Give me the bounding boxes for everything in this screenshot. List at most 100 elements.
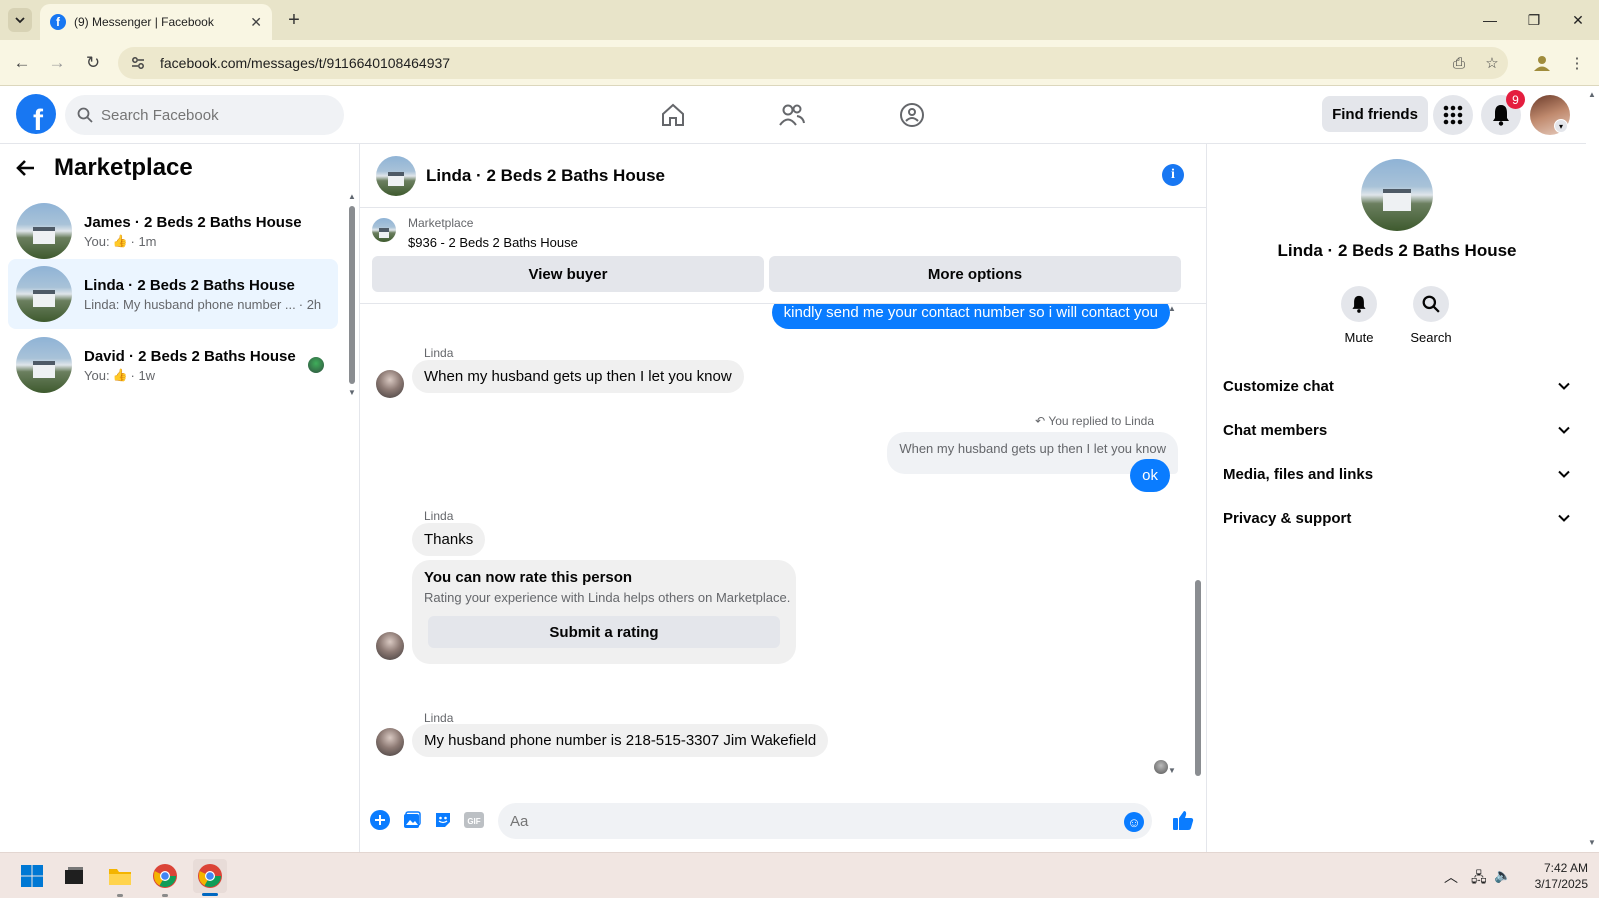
windows-start-icon[interactable] <box>15 859 49 893</box>
show-hidden-icons-chevron[interactable]: ︿ <box>1444 867 1458 887</box>
view-buyer-button[interactable]: View buyer <box>372 256 764 292</box>
browser-profile-icon[interactable] <box>1530 51 1554 75</box>
like-icon: 👍 <box>112 368 128 382</box>
emoji-icon[interactable]: ☺ <box>1124 812 1144 832</box>
section-label: Chat members <box>1223 421 1328 439</box>
outgoing-message[interactable]: ok <box>1130 459 1170 492</box>
chat-name: Linda · 2 Beds 2 Baths House <box>84 276 295 294</box>
message-input[interactable] <box>510 812 1090 830</box>
sender-name: Linda <box>424 346 454 360</box>
find-friends-button[interactable]: Find friends <box>1322 96 1428 132</box>
conversation-avatar[interactable] <box>376 155 416 196</box>
browser-menu-icon[interactable]: ⋮ <box>1565 51 1589 75</box>
incoming-message[interactable]: My husband phone number is 218-515-3307 … <box>412 724 829 757</box>
chat-item-james[interactable]: James · 2 Beds 2 Baths House You: 👍 · 1m <box>8 196 338 266</box>
browser-tab[interactable]: f (9) Messenger | Facebook ✕ <box>40 4 272 40</box>
volume-icon[interactable]: 🔈 <box>1494 867 1511 884</box>
scroll-up-arrow-icon[interactable]: ▲ <box>1588 90 1596 99</box>
new-tab-button[interactable]: + <box>282 8 306 32</box>
reload-icon[interactable]: ↻ <box>81 51 105 75</box>
back-icon[interactable]: ← <box>10 51 34 75</box>
media-files-links-row[interactable]: Media, files and links <box>1223 456 1571 492</box>
add-plus-icon[interactable] <box>369 809 391 831</box>
reply-arrow-icon: ↶ <box>1035 414 1046 428</box>
account-chevron-icon[interactable]: ▾ <box>1554 119 1568 133</box>
sticker-icon[interactable] <box>432 809 454 831</box>
rating-subtitle: Rating your experience with Linda helps … <box>424 590 791 605</box>
home-icon[interactable] <box>657 100 689 130</box>
forward-icon[interactable]: → <box>45 51 69 75</box>
clock-time: 7:42 AM <box>1543 861 1588 875</box>
chevron-down-icon <box>1558 470 1570 478</box>
chat-name: David · 2 Beds 2 Baths House <box>84 347 296 365</box>
info-icon[interactable]: i <box>1162 164 1184 186</box>
chat-details-panel: Linda · 2 Beds 2 Baths House Mute Search… <box>1206 144 1586 852</box>
chat-avatar-large <box>1361 159 1433 231</box>
chat-item-david[interactable]: David · 2 Beds 2 Baths House You: 👍 · 1w <box>8 330 338 400</box>
close-window-button[interactable]: ✕ <box>1564 8 1592 32</box>
sender-avatar[interactable] <box>376 728 404 756</box>
groups-icon[interactable] <box>896 100 928 130</box>
sidebar-header: Marketplace <box>16 154 193 182</box>
facebook-search[interactable] <box>65 95 344 135</box>
back-arrow-icon[interactable] <box>16 158 36 178</box>
chrome-active-icon[interactable] <box>193 859 227 893</box>
friends-icon[interactable] <box>776 100 808 130</box>
outgoing-message[interactable]: kindly send me your contact number so i … <box>771 304 1170 329</box>
listing-thumbnail <box>16 337 72 393</box>
scroll-down-arrow-icon[interactable]: ▼ <box>348 388 356 397</box>
tab-search-button[interactable] <box>8 8 32 32</box>
network-icon[interactable]: 🖧 <box>1471 867 1487 891</box>
system-clock[interactable]: 7:42 AM 3/17/2025 <box>1520 860 1588 892</box>
chat-item-linda[interactable]: Linda · 2 Beds 2 Baths House Linda: My h… <box>8 259 338 329</box>
chat-preview: You: 👍 · 1w <box>84 368 296 383</box>
customize-chat-row[interactable]: Customize chat <box>1223 368 1571 404</box>
conversation-scrollbar-thumb[interactable] <box>1195 580 1201 776</box>
search-label: Search <box>1410 330 1452 345</box>
page-scrollbar[interactable]: ▲ ▼ <box>1586 86 1599 852</box>
install-app-icon[interactable]: ⎙ <box>1447 51 1471 75</box>
facebook-logo-icon[interactable]: f <box>16 94 56 134</box>
task-view-icon[interactable] <box>57 859 91 893</box>
incoming-message[interactable]: When my husband gets up then I let you k… <box>412 360 744 393</box>
url-text: facebook.com/messages/t/9116640108464937 <box>160 55 451 71</box>
sidebar-scrollbar-thumb[interactable] <box>349 206 355 384</box>
gif-icon[interactable]: GIF <box>463 809 485 831</box>
submit-rating-button[interactable]: Submit a rating <box>428 616 780 648</box>
incoming-message[interactable]: Thanks <box>412 523 486 556</box>
tab-title: (9) Messenger | Facebook <box>74 15 214 29</box>
menu-grid-icon[interactable] <box>1433 95 1473 135</box>
chat-preview: Linda: My husband phone number ... · 2h <box>84 297 321 312</box>
file-explorer-icon[interactable] <box>103 859 137 893</box>
chat-members-row[interactable]: Chat members <box>1223 412 1571 448</box>
message-list[interactable]: kindly send me your contact number so i … <box>360 304 1206 790</box>
clock-date: 3/17/2025 <box>1534 877 1588 891</box>
active-app-indicator <box>202 893 218 896</box>
bookmark-star-icon[interactable]: ☆ <box>1480 51 1504 75</box>
privacy-support-row[interactable]: Privacy & support <box>1223 500 1571 536</box>
scroll-up-arrow-icon[interactable]: ▲ <box>1168 304 1176 313</box>
mute-button[interactable]: Mute <box>1331 286 1387 345</box>
scroll-down-arrow-icon[interactable]: ▼ <box>1588 838 1596 847</box>
thumbs-up-send-icon[interactable] <box>1172 809 1194 831</box>
section-label: Privacy & support <box>1223 509 1352 527</box>
address-bar[interactable]: facebook.com/messages/t/9116640108464937 <box>118 47 1508 79</box>
scroll-down-arrow-icon[interactable]: ▼ <box>1168 766 1176 775</box>
listing-price-title[interactable]: $936 - 2 Beds 2 Baths House <box>408 235 578 250</box>
message-input-box[interactable] <box>498 803 1152 839</box>
sender-avatar[interactable] <box>376 632 404 660</box>
site-info-icon[interactable] <box>130 55 146 71</box>
chrome-icon[interactable] <box>148 859 182 893</box>
photo-icon[interactable] <box>401 809 423 831</box>
conversation-title[interactable]: Linda · 2 Beds 2 Baths House <box>426 166 665 186</box>
sender-avatar[interactable] <box>376 370 404 398</box>
close-tab-icon[interactable]: ✕ <box>250 14 262 31</box>
scroll-up-arrow-icon[interactable]: ▲ <box>348 192 356 201</box>
restore-button[interactable]: ❐ <box>1520 8 1548 32</box>
facebook-search-input[interactable] <box>101 106 311 124</box>
chat-time: · 1m <box>130 233 157 249</box>
search-in-conversation-button[interactable]: Search <box>1403 286 1459 345</box>
more-options-button[interactable]: More options <box>769 256 1181 292</box>
minimize-button[interactable]: — <box>1476 8 1504 32</box>
like-icon: 👍 <box>112 234 128 248</box>
